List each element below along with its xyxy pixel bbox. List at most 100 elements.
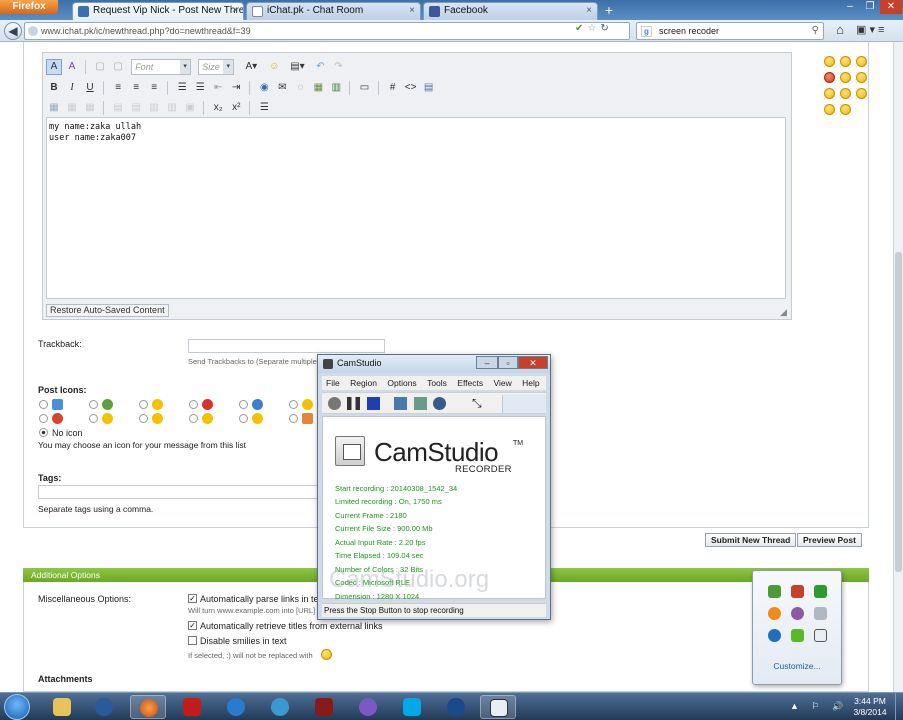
new-tab-button[interactable]: + xyxy=(600,2,618,20)
attachment-icon[interactable]: ▤▾ xyxy=(287,59,307,75)
post-icon-radio[interactable] xyxy=(189,414,198,423)
app-taskbar-icon[interactable] xyxy=(350,695,386,719)
search-input[interactable]: g screen recoder ⚲ xyxy=(636,22,824,40)
disable-smilies-checkbox[interactable] xyxy=(188,636,197,645)
google-icon[interactable]: g xyxy=(641,26,652,37)
table-row-icon[interactable]: ▦ xyxy=(64,100,80,116)
image-icon[interactable]: ▦ xyxy=(310,80,326,96)
remove-format-icon[interactable]: A xyxy=(64,59,80,75)
delete-row-icon[interactable]: ▤ xyxy=(128,100,144,116)
size-select[interactable]: Size ▾ xyxy=(198,59,235,75)
post-icon-radio[interactable] xyxy=(239,414,248,423)
back-arrow-icon[interactable]: ◀ xyxy=(4,22,22,40)
camstudio-taskbar-icon[interactable] xyxy=(480,695,516,719)
post-icon-radio[interactable] xyxy=(39,414,48,423)
tags-input[interactable] xyxy=(38,485,318,499)
cam-menu-file[interactable]: File xyxy=(326,378,340,388)
text-color-icon[interactable]: A▾ xyxy=(241,59,261,75)
post-icon-radio[interactable] xyxy=(139,414,148,423)
explorer-taskbar-icon[interactable] xyxy=(44,695,80,719)
indent-icon[interactable]: ⇥ xyxy=(228,80,244,96)
taskbar-clock[interactable]: 3:44 PM 3/8/2014 xyxy=(848,696,892,718)
camstudio-titlebar[interactable]: CamStudio – ▫ ✕ xyxy=(318,355,550,373)
post-icon-radio[interactable] xyxy=(289,414,298,423)
tab-ichat-room[interactable]: iChat.pk - Chat Room × xyxy=(246,2,421,20)
camera-icon[interactable] xyxy=(433,397,446,410)
italic-button[interactable]: I xyxy=(64,80,80,96)
table-icon[interactable]: ▦ xyxy=(46,100,62,116)
hashtag-icon[interactable]: # xyxy=(385,80,401,96)
url-bar[interactable]: www.ichat.pk/ic/newthread.php?do=newthre… xyxy=(24,22,630,40)
smiley-icon[interactable] xyxy=(840,56,851,67)
paste-icon[interactable]: ▢ xyxy=(92,59,108,75)
php-code-icon[interactable]: ▤ xyxy=(421,80,437,96)
tab-post-new-thread[interactable]: Request Vip Nick - Post New Thread × xyxy=(72,2,244,20)
cam-menu-options[interactable]: Options xyxy=(387,378,416,388)
acrobat-taskbar-icon[interactable] xyxy=(174,695,210,719)
horizontal-rule-icon[interactable]: ☰ xyxy=(256,100,272,116)
close-tab-icon[interactable]: × xyxy=(586,3,592,19)
smiley-icon[interactable] xyxy=(840,72,851,83)
insert-row-icon[interactable]: ▤ xyxy=(110,100,126,116)
media-player-taskbar-icon[interactable] xyxy=(86,695,122,719)
region-icon[interactable] xyxy=(394,397,407,410)
game-taskbar-icon[interactable] xyxy=(306,695,342,719)
cool-smiley-icon[interactable] xyxy=(824,88,835,99)
code-icon[interactable]: <> xyxy=(403,80,419,96)
quote-icon[interactable]: ▭ xyxy=(357,80,373,96)
cam-maximize-button[interactable]: ▫ xyxy=(498,356,518,369)
undo-icon[interactable]: ↶ xyxy=(313,59,329,75)
toolbar-menu-icons[interactable]: ▣ ▾ ≡ xyxy=(856,23,884,36)
record-icon[interactable] xyxy=(328,397,341,410)
preview-post-button[interactable]: Preview Post xyxy=(797,533,862,547)
cam-menu-help[interactable]: Help xyxy=(522,378,539,388)
parse-links-checkbox[interactable]: ✓ xyxy=(188,594,197,603)
minimize-button[interactable]: – xyxy=(840,0,860,14)
ccleaner-taskbar-icon[interactable] xyxy=(262,695,298,719)
chat-icon[interactable] xyxy=(791,607,804,620)
smiley-icon[interactable] xyxy=(856,72,867,83)
update-icon[interactable] xyxy=(814,585,827,598)
scrollbar-thumb[interactable] xyxy=(895,252,902,572)
unlink-icon[interactable]: ◌ xyxy=(292,80,308,96)
cam-menu-tools[interactable]: Tools xyxy=(427,378,447,388)
camstudio-tray-icon[interactable] xyxy=(814,629,827,642)
underline-button[interactable]: U xyxy=(82,80,98,96)
firefox-menu-button[interactable]: Firefox xyxy=(0,0,58,14)
font-select[interactable]: Font ▾ xyxy=(131,59,192,75)
insert-col-icon[interactable]: ▥ xyxy=(146,100,162,116)
green-app-icon[interactable] xyxy=(791,629,804,642)
minimize-to-tray-icon[interactable]: ⤡ xyxy=(472,397,485,410)
link-icon[interactable]: ◉ xyxy=(256,80,272,96)
align-right-icon[interactable]: ≡ xyxy=(146,80,162,96)
avast-icon[interactable] xyxy=(768,607,781,620)
cam-close-button[interactable]: ✕ xyxy=(518,356,548,369)
site-identity-icon[interactable] xyxy=(28,26,38,36)
maximize-button[interactable]: ❐ xyxy=(860,0,880,14)
camstudio-player-taskbar-icon[interactable] xyxy=(438,695,474,719)
cam-menu-region[interactable]: Region xyxy=(350,378,377,388)
unordered-list-icon[interactable]: ☰ xyxy=(192,80,208,96)
retrieve-titles-checkbox[interactable]: ✓ xyxy=(188,621,197,630)
post-icon-radio[interactable] xyxy=(289,400,298,409)
post-icon-radio[interactable] xyxy=(89,400,98,409)
ie-taskbar-icon[interactable] xyxy=(218,695,254,719)
superscript-icon[interactable]: x² xyxy=(228,100,244,116)
cam-menu-effects[interactable]: Effects xyxy=(457,378,483,388)
resize-grip-icon[interactable]: ◢ xyxy=(780,308,789,317)
post-icon-radio[interactable] xyxy=(239,400,248,409)
globe-icon[interactable] xyxy=(768,629,781,642)
shield-icon[interactable] xyxy=(791,585,804,598)
no-icon-radio[interactable] xyxy=(39,428,48,437)
bookmark-star-icon[interactable]: ☆ xyxy=(587,23,600,34)
close-tab-icon[interactable]: × xyxy=(409,3,415,19)
post-icon-radio[interactable] xyxy=(89,414,98,423)
home-icon[interactable]: ⌂ xyxy=(832,22,848,38)
system-tray-icons[interactable]: ▲ ⚐ 🔊 xyxy=(790,701,848,712)
windows-start-icon[interactable] xyxy=(4,694,30,720)
smiley-icon[interactable] xyxy=(840,104,851,115)
wysiwyg-toggle-icon[interactable]: A xyxy=(46,59,62,75)
delete-col-icon[interactable]: ▥ xyxy=(164,100,180,116)
video-icon[interactable]: ▥ xyxy=(328,80,344,96)
post-icon-radio[interactable] xyxy=(139,400,148,409)
